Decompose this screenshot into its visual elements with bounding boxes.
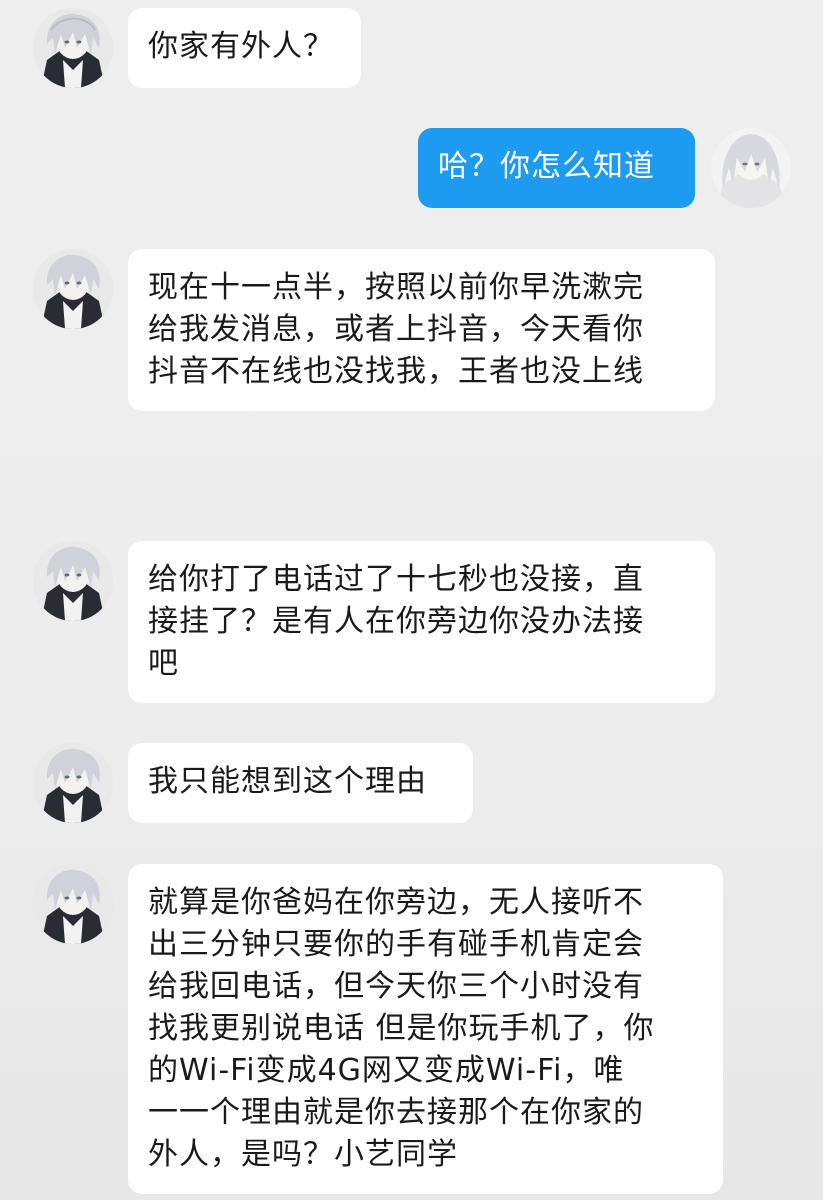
message-text-line: 出三分钟只要你的手有碰手机肯定会 [148,927,644,962]
message-text-line: 吧 [148,646,179,681]
anime-avatar-icon [33,8,113,88]
contact-avatar[interactable] [33,541,113,621]
contact-avatar[interactable] [33,864,113,944]
contact-avatar[interactable] [33,249,113,329]
message-text-line: 就算是你爸妈在你旁边，无人接听不 [148,885,644,920]
message-text-line: 抖音不在线也没找我，王者也没上线 [148,354,644,389]
message-text-line: 我只能想到这个理由 [148,764,427,799]
message-text-line: 的Wi-Fi变成4G网又变成Wi-Fi，唯 [148,1053,625,1088]
my-avatar[interactable] [711,128,791,208]
anime-avatar-icon [33,864,113,944]
anime-avatar-icon [711,128,791,208]
message-text-line: 你家有外人？ [148,29,334,64]
message-text-line: 哈？你怎么知道 [438,149,655,184]
message-text-line: 接挂了？是有人在你旁边你没办法接 [148,604,644,639]
message-text-line: 给我回电话，但今天你三个小时没有 [148,969,644,1004]
message-text-line: 现在十一点半，按照以前你早洗漱完 [148,270,644,305]
received-message-bubble[interactable]: 现在十一点半，按照以前你早洗漱完 给我发消息，或者上抖音，今天看你 抖音不在线也… [128,249,715,411]
contact-avatar[interactable] [33,8,113,88]
received-message-bubble[interactable]: 你家有外人？ [128,8,361,88]
chat-thread: 你家有外人？ 哈？你怎么知道 现在十一点半，按照以前你早洗漱完 给我发消息，或者… [0,0,823,1200]
message-text-line: 找我更别说电话 但是你玩手机了，你 [148,1011,655,1046]
anime-avatar-icon [33,743,113,823]
sent-message-bubble[interactable]: 哈？你怎么知道 [418,128,695,208]
message-text-line: 一一个理由就是你去接那个在你家的 [148,1095,644,1130]
anime-avatar-icon [33,249,113,329]
message-text-line: 给你打了电话过了十七秒也没接，直 [148,562,644,597]
received-message-bubble[interactable]: 就算是你爸妈在你旁边，无人接听不 出三分钟只要你的手有碰手机肯定会 给我回电话，… [128,864,723,1194]
message-text-line: 外人，是吗？小艺同学 [148,1137,458,1172]
received-message-bubble[interactable]: 我只能想到这个理由 [128,743,473,823]
received-message-bubble[interactable]: 给你打了电话过了十七秒也没接，直 接挂了？是有人在你旁边你没办法接 吧 [128,541,715,703]
anime-avatar-icon [33,541,113,621]
contact-avatar[interactable] [33,743,113,823]
message-text-line: 给我发消息，或者上抖音，今天看你 [148,312,644,347]
